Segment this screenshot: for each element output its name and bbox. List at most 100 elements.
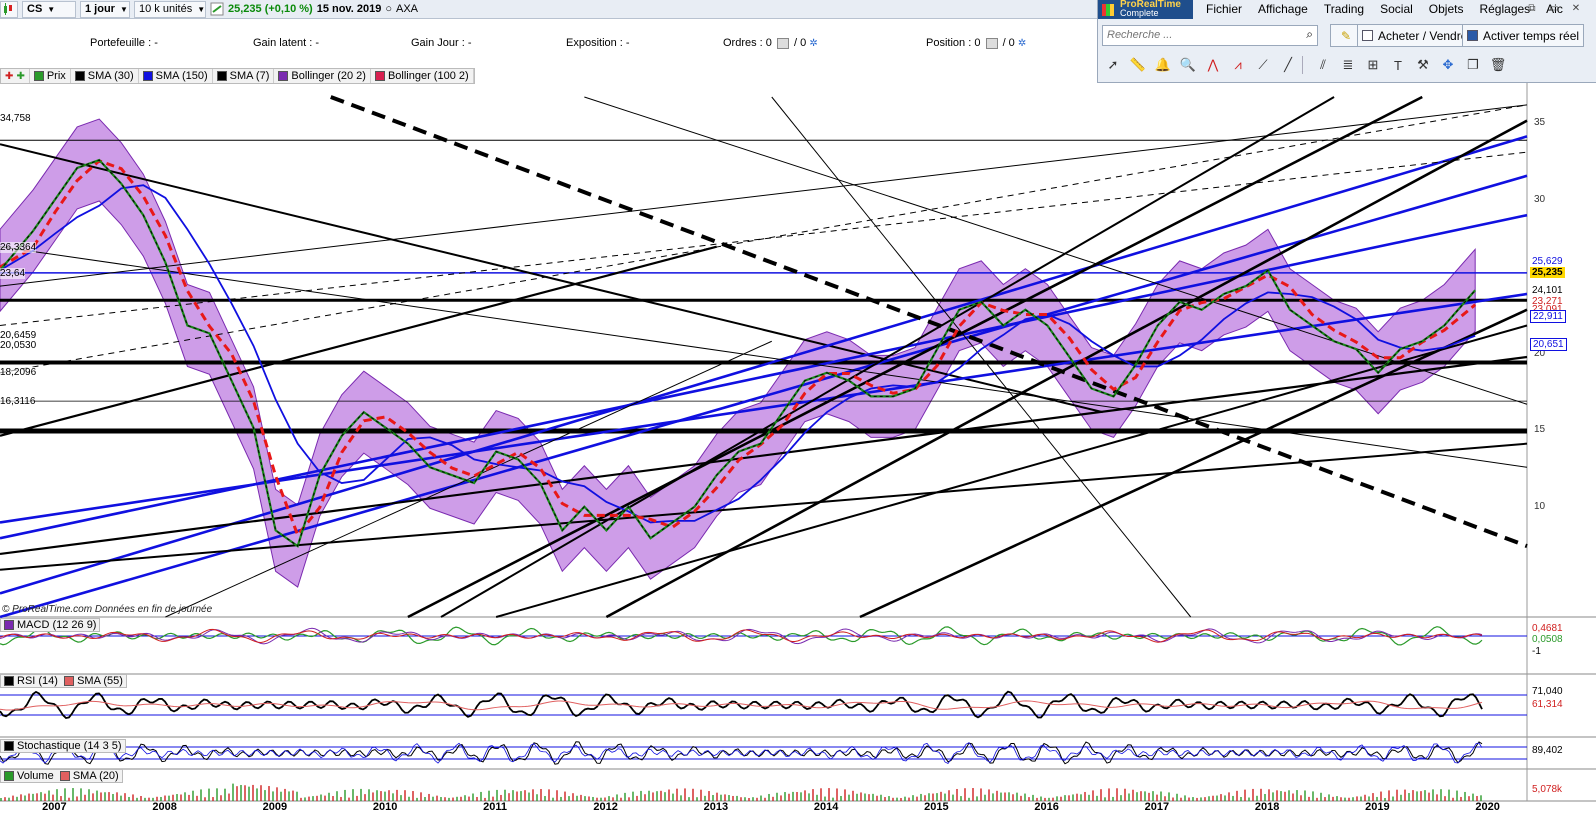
volume-bar <box>1432 789 1434 801</box>
orders-settings-icon[interactable]: ✲ <box>809 38 817 49</box>
volume-bar <box>140 795 142 801</box>
fibonacci-icon[interactable]: ≣ <box>1337 54 1359 76</box>
close-window-icon[interactable]: ✕ <box>1569 2 1583 16</box>
copy-tool-icon[interactable]: ❐ <box>1462 54 1484 76</box>
volume-bar <box>756 797 758 801</box>
volume-bar <box>848 794 850 801</box>
units-label: 10 k unités <box>139 3 193 15</box>
logo-bars-icon <box>1102 4 1114 16</box>
text-tool-icon[interactable]: T <box>1387 54 1409 76</box>
volume-bar <box>788 793 790 801</box>
minimize-window-icon[interactable]: ▭ <box>1547 2 1561 16</box>
segment-tool-icon[interactable]: ⟋ <box>1252 54 1274 76</box>
volume-bar <box>388 790 390 801</box>
orders-list-icon[interactable] <box>776 37 789 49</box>
menu-objets[interactable]: Objets <box>1421 1 1472 17</box>
trend-tool-icon[interactable]: ⋀ <box>1202 54 1224 76</box>
level-label: 34,758 <box>0 113 31 124</box>
alert-bell-icon[interactable]: 🔔 <box>1152 54 1174 76</box>
positions-settings-icon[interactable]: ✲ <box>1018 38 1026 49</box>
search-icon[interactable]: ⌕ <box>1306 27 1313 42</box>
symbol-selector[interactable]: CS ▼ <box>22 0 76 18</box>
menu-social[interactable]: Social <box>1372 1 1421 17</box>
volume-bar <box>1304 790 1306 801</box>
candlestick-icon <box>4 3 12 15</box>
hammer-tool-icon[interactable]: ⚒ <box>1412 54 1434 76</box>
buy-sell-button[interactable]: Acheter / Vendre <box>1357 24 1473 47</box>
volume-bar <box>1240 796 1242 801</box>
volume-bar <box>520 791 522 801</box>
line-tool-icon[interactable]: ╱ <box>1277 54 1299 76</box>
restore-window-icon[interactable]: ⧉ <box>1525 2 1539 16</box>
volume-bar <box>960 796 962 801</box>
zoom-icon[interactable]: 🔍 <box>1177 54 1199 76</box>
volume-label[interactable]: Volume SMA (20) <box>0 769 123 783</box>
y-tick: 30 <box>1534 194 1546 205</box>
trash-icon[interactable]: 🗑 <box>1487 54 1509 76</box>
units-selector[interactable]: 10 k unités ▼ <box>134 0 206 18</box>
volume-bar <box>1180 797 1182 801</box>
volume-bar <box>268 786 270 801</box>
realtime-button[interactable]: Activer temps réel <box>1462 24 1585 47</box>
move-tool-icon[interactable]: ✥ <box>1437 54 1459 76</box>
volume-bar <box>804 790 806 801</box>
volume-bar <box>1116 788 1118 801</box>
volume-bar <box>1388 790 1390 801</box>
x-tick-label: 2013 <box>703 801 729 813</box>
volume-bar <box>356 795 358 801</box>
ruler-icon[interactable]: 📏 <box>1127 54 1149 76</box>
rsi-label[interactable]: RSI (14) SMA (55) <box>0 674 127 688</box>
volume-bar <box>1136 792 1138 801</box>
volume-bar <box>972 788 974 801</box>
positions-list-icon[interactable] <box>985 37 998 49</box>
level-label: 16,3116 <box>0 396 36 407</box>
y-tick: 10 <box>1534 501 1546 512</box>
volume-bar <box>1220 794 1222 801</box>
volume-bar <box>872 793 874 801</box>
volume-bar <box>144 797 146 801</box>
volume-bar <box>1284 791 1286 801</box>
legend-sma150[interactable]: SMA (150) <box>139 69 213 83</box>
volume-bar <box>392 793 394 801</box>
period-selector[interactable]: 1 jour ▼ <box>80 0 130 18</box>
volume-bar <box>800 792 802 801</box>
legend-prix[interactable]: Prix <box>30 69 71 83</box>
volume-bar <box>296 791 298 801</box>
stoch-label[interactable]: Stochastique (14 3 5) <box>0 739 126 753</box>
volume-bar <box>320 794 322 801</box>
gann-icon[interactable]: ⊞ <box>1362 54 1384 76</box>
legend-sma30[interactable]: SMA (30) <box>71 69 139 83</box>
search-input[interactable] <box>1103 26 1299 43</box>
volume-bar <box>400 795 402 801</box>
chart-type-button[interactable] <box>0 0 18 18</box>
macd-label[interactable]: MACD (12 26 9) <box>0 618 101 632</box>
price-chart[interactable] <box>0 83 1596 829</box>
channel-tool-icon[interactable]: ⫽ <box>1312 54 1334 76</box>
volume-bar <box>124 793 126 801</box>
volume-bar <box>24 795 26 801</box>
legend-controls[interactable]: ✚ ✚ <box>1 69 30 83</box>
legend-bollinger20[interactable]: Bollinger (20 2) <box>274 69 371 83</box>
x-tick-label: 2010 <box>372 801 398 813</box>
legend-bollinger100[interactable]: Bollinger (100 2) <box>371 69 474 83</box>
indicator-panes <box>0 626 1527 801</box>
account-summary: Portefeuille : - Gain latent : - Gain Jo… <box>0 19 1100 67</box>
volume-bar <box>1424 790 1426 801</box>
volume-bar <box>1212 795 1214 801</box>
volume-bar <box>588 796 590 801</box>
volume-bar <box>1096 795 1098 801</box>
legend-label: Prix <box>46 70 66 82</box>
pointer-icon[interactable]: ➚ <box>1102 54 1124 76</box>
volume-bar <box>1308 796 1310 801</box>
fan-tool-icon[interactable]: ⩘ <box>1227 54 1249 76</box>
legend-sma7[interactable]: SMA (7) <box>213 69 275 83</box>
volume-bar <box>368 789 370 801</box>
volume-bar <box>44 793 46 801</box>
volume-bar <box>104 792 106 801</box>
volume-bar <box>28 793 30 801</box>
menu-trading[interactable]: Trading <box>1316 1 1372 17</box>
volume-bar <box>224 788 226 801</box>
menu-affichage[interactable]: Affichage <box>1250 1 1316 17</box>
volume-bar <box>528 792 530 801</box>
menu-fichier[interactable]: Fichier <box>1198 1 1250 17</box>
